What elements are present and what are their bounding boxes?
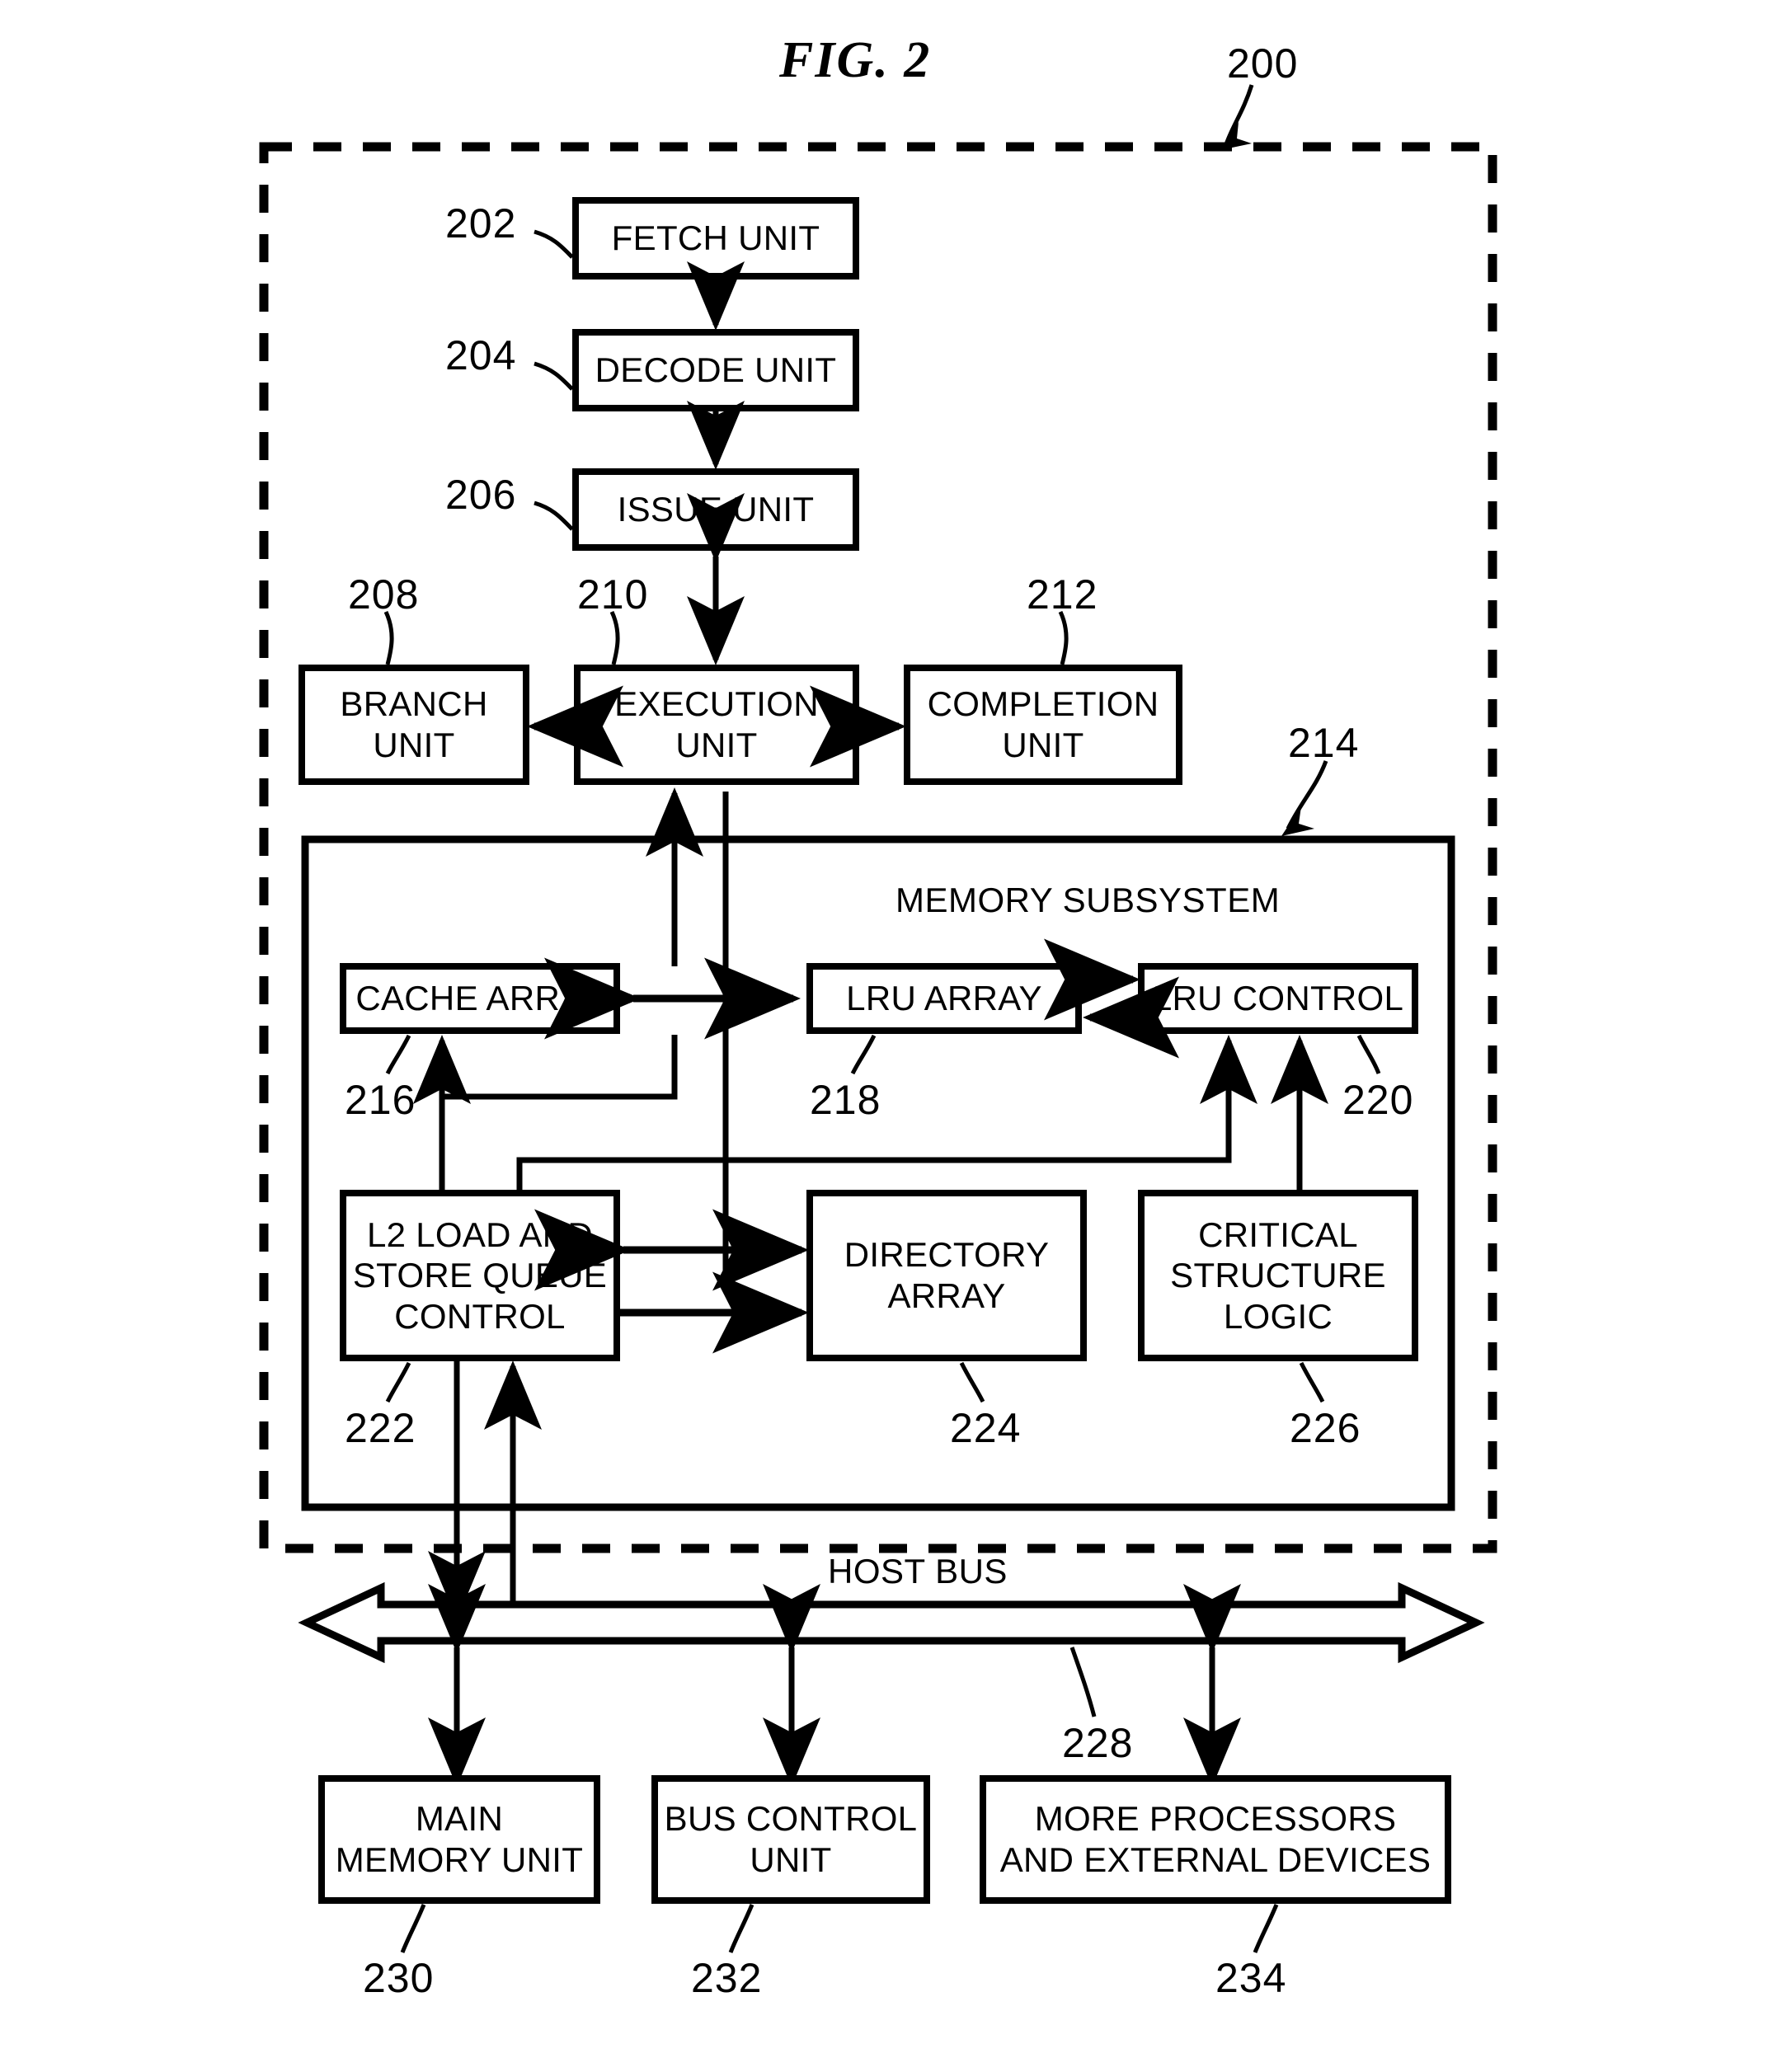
label-memory-subsystem: MEMORY SUBSYSTEM [896, 881, 1281, 919]
ref-220: 220 [1342, 1077, 1414, 1123]
leader-200-arrow [1220, 122, 1252, 150]
box-lru-control[interactable] [1138, 963, 1418, 1034]
leader-210 [609, 610, 620, 665]
host-bus-arrow[interactable] [298, 1581, 1485, 1664]
leader-234 [1253, 1904, 1279, 1953]
box-memory-subsystem[interactable] [301, 835, 1455, 1511]
ref-206: 206 [445, 472, 517, 518]
box-bus-control-unit[interactable] [651, 1775, 930, 1904]
ref-214: 214 [1288, 720, 1360, 766]
box-more-processors[interactable] [980, 1775, 1451, 1904]
box-l2-load-store-queue-control[interactable] [340, 1190, 620, 1361]
leader-208 [383, 610, 394, 665]
box-completion-unit[interactable] [904, 665, 1182, 785]
leader-232 [728, 1904, 754, 1953]
leader-204 [534, 361, 574, 391]
leader-212 [1058, 610, 1069, 665]
diagram-vector-layer [259, 84, 1497, 1953]
box-decode-unit[interactable] [572, 329, 859, 411]
leader-228 [1069, 1647, 1097, 1717]
ref-202: 202 [445, 200, 517, 247]
ref-212: 212 [1027, 571, 1098, 618]
label-host-bus: HOST BUS [828, 1552, 1008, 1590]
figure-canvas: FIG. 2 FETCH UNIT DECODE UNIT ISSUE UNIT… [0, 0, 1791, 2072]
ref-222: 222 [345, 1405, 416, 1451]
ref-218: 218 [810, 1077, 881, 1123]
leader-230 [400, 1904, 426, 1953]
box-lru-array[interactable] [806, 963, 1082, 1034]
figure-title: FIG. 2 [779, 32, 932, 88]
leader-202 [534, 229, 574, 259]
ref-230: 230 [363, 1955, 435, 2001]
ref-226: 226 [1290, 1405, 1361, 1451]
ref-204: 204 [445, 332, 517, 378]
box-issue-unit[interactable] [572, 468, 859, 551]
ref-210: 210 [577, 571, 649, 618]
ref-224: 224 [950, 1405, 1022, 1451]
box-execution-unit[interactable] [574, 665, 859, 785]
box-cache-array[interactable] [340, 963, 620, 1034]
box-critical-structure-logic[interactable] [1138, 1190, 1418, 1361]
ref-208: 208 [348, 571, 420, 618]
leader-206 [534, 500, 574, 531]
ref-232: 232 [691, 1955, 763, 2001]
ref-200: 200 [1227, 40, 1299, 87]
box-directory-array[interactable] [806, 1190, 1087, 1361]
ref-228: 228 [1062, 1720, 1134, 1766]
box-branch-unit[interactable] [298, 665, 529, 785]
box-main-memory-unit[interactable] [318, 1775, 600, 1904]
ref-216: 216 [345, 1077, 416, 1123]
box-fetch-unit[interactable] [572, 197, 859, 280]
ref-234: 234 [1215, 1955, 1287, 2001]
